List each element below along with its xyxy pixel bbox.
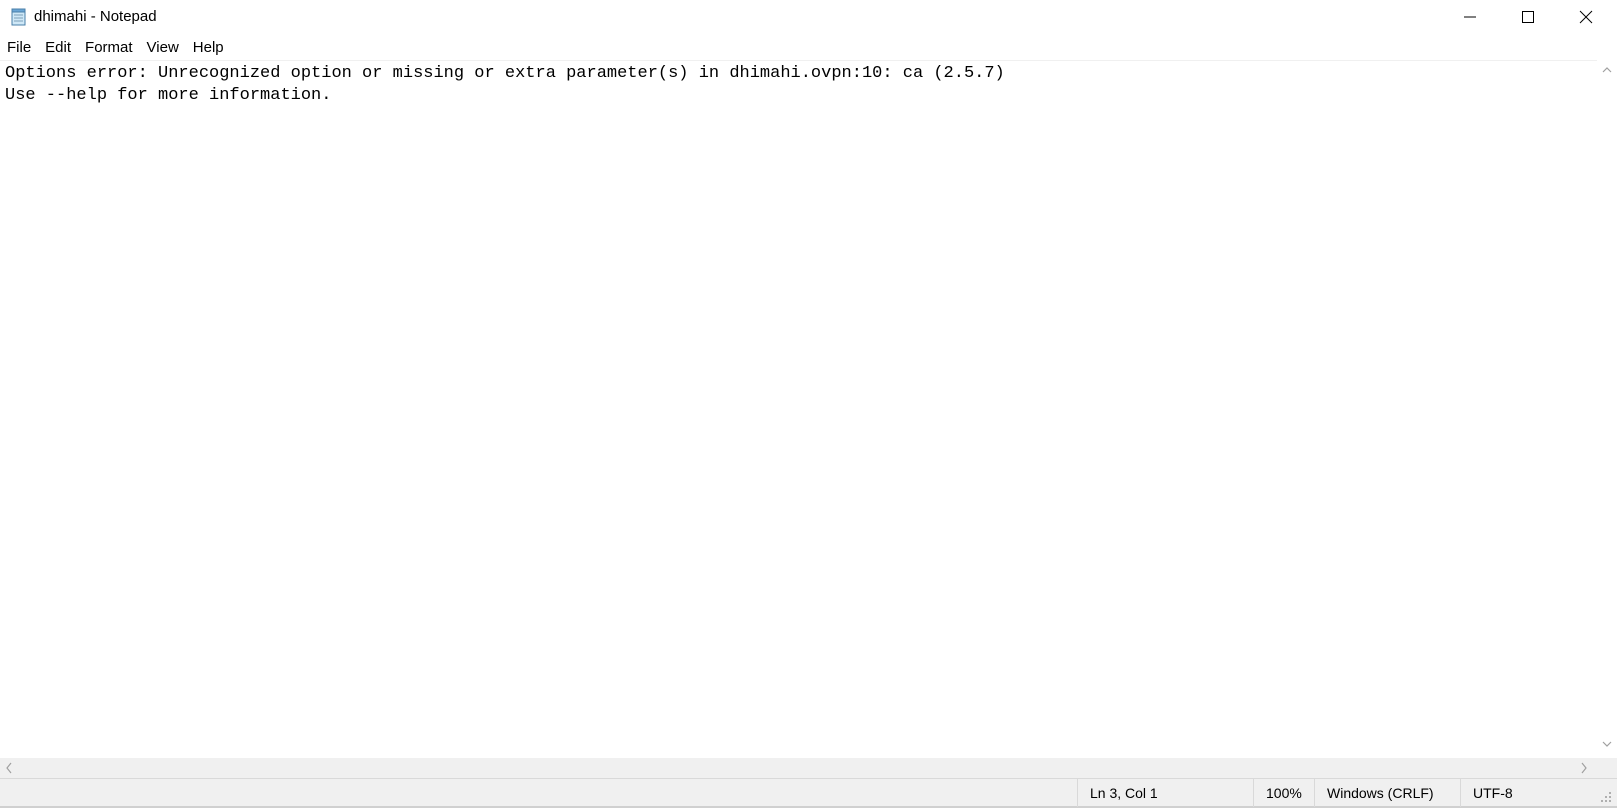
scroll-up-arrow-icon[interactable]: [1602, 66, 1612, 74]
notepad-icon[interactable]: [10, 8, 28, 26]
minimize-icon: [1464, 16, 1476, 18]
close-button[interactable]: [1557, 0, 1615, 34]
scroll-left-arrow-icon[interactable]: [5, 762, 13, 774]
minimize-button[interactable]: [1441, 0, 1499, 34]
menu-bar: File Edit Format View Help: [0, 36, 1617, 60]
horizontal-scrollbar[interactable]: [0, 758, 1597, 778]
maximize-icon: [1522, 11, 1534, 23]
notepad-window: dhimahi - Notepad File Edit Format View …: [0, 0, 1617, 810]
maximize-button[interactable]: [1499, 0, 1557, 34]
title-bar[interactable]: dhimahi - Notepad: [0, 0, 1617, 34]
status-cursor-position: Ln 3, Col 1: [1077, 779, 1253, 807]
menu-view[interactable]: View: [140, 37, 186, 59]
status-encoding: UTF-8: [1460, 779, 1597, 807]
text-editor[interactable]: Options error: Unrecognized option or mi…: [0, 60, 1597, 759]
menu-help[interactable]: Help: [186, 37, 231, 59]
menu-edit[interactable]: Edit: [38, 37, 78, 59]
editor-line: Options error: Unrecognized option or mi…: [5, 64, 1005, 83]
close-icon: [1579, 10, 1593, 24]
window-title: dhimahi - Notepad: [34, 8, 157, 25]
scroll-right-arrow-icon[interactable]: [1580, 762, 1588, 774]
menu-format[interactable]: Format: [78, 37, 140, 59]
menu-file[interactable]: File: [0, 37, 38, 59]
vertical-scrollbar[interactable]: [1597, 60, 1617, 758]
scroll-down-arrow-icon[interactable]: [1602, 740, 1612, 748]
editor-line: Use --help for more information.: [5, 86, 332, 105]
scrollbar-corner: [1597, 758, 1617, 778]
resize-grip-icon[interactable]: [1600, 791, 1612, 803]
status-bar: Ln 3, Col 1 100% Windows (CRLF) UTF-8: [0, 778, 1617, 808]
status-line-ending: Windows (CRLF): [1314, 779, 1460, 807]
editor-content[interactable]: Options error: Unrecognized option or mi…: [5, 63, 1005, 107]
status-zoom: 100%: [1253, 779, 1314, 807]
